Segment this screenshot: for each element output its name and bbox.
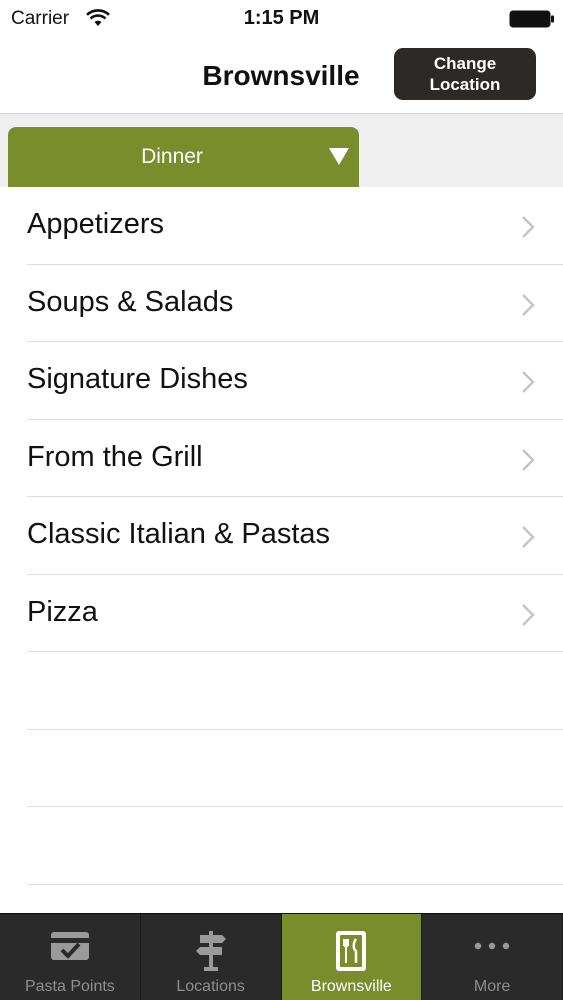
menu-item-from-the-grill[interactable]: From the Grill xyxy=(0,420,563,498)
signpost-icon xyxy=(195,931,226,971)
tab-pasta-points[interactable]: Pasta Points xyxy=(0,914,141,1000)
pasta-points-icon xyxy=(50,932,89,960)
menu-item-label: Pizza xyxy=(27,595,98,628)
empty-row xyxy=(0,652,563,730)
menu-item-signature-dishes[interactable]: Signature Dishes xyxy=(0,342,563,420)
change-location-label-line1: Change xyxy=(433,54,497,73)
tab-brownsville[interactable]: Brownsville xyxy=(281,914,423,1000)
chevron-right-icon xyxy=(522,448,535,471)
page-title: Brownsville xyxy=(202,60,360,91)
status-time: 1:15 PM xyxy=(243,7,320,29)
change-location-label-line2: Location xyxy=(429,75,501,94)
menu-item-label: Appetizers xyxy=(27,208,165,240)
chevron-right-icon xyxy=(522,603,535,626)
empty-row xyxy=(0,730,563,808)
navigation-bar: Brownsville Change Location xyxy=(0,40,563,114)
tab-label: Pasta Points xyxy=(24,978,115,995)
menu-item-label: Signature Dishes xyxy=(27,363,248,395)
chevron-right-icon xyxy=(522,371,535,393)
tab-label: More xyxy=(473,978,511,995)
meal-dropdown[interactable]: Dinner xyxy=(8,127,359,187)
meal-dropdown-value: Dinner xyxy=(141,145,203,168)
menu-item-appetizers[interactable]: Appetizers xyxy=(0,187,563,265)
menu-item-label: Classic Italian & Pastas xyxy=(27,518,331,550)
menu-category-list: Appetizers Soups & Salads Signature Dish… xyxy=(0,187,563,885)
menu-item-classic-italian-pastas[interactable]: Classic Italian & Pastas xyxy=(0,497,563,575)
dropdown-caret-icon xyxy=(329,148,349,165)
chevron-right-icon xyxy=(522,293,535,316)
chevron-right-icon xyxy=(522,216,535,238)
menu-item-label: Soups & Salads xyxy=(27,285,234,318)
battery-icon xyxy=(509,10,554,28)
tab-label: Brownsville xyxy=(310,978,392,995)
more-dots-icon xyxy=(474,942,510,950)
tab-locations[interactable]: Locations xyxy=(141,914,282,1000)
menu-item-pizza[interactable]: Pizza xyxy=(0,575,563,653)
tab-bar: Pasta Points Locations Brownsville More xyxy=(0,913,563,1000)
chevron-right-icon xyxy=(522,526,535,548)
empty-row xyxy=(0,807,563,885)
tab-label: Locations xyxy=(176,978,245,995)
status-bar: Carrier 1:15 PM xyxy=(0,0,563,40)
menu-fork-knife-icon xyxy=(336,931,367,971)
tab-more[interactable]: More xyxy=(422,914,563,1000)
change-location-button[interactable]: Change Location xyxy=(394,48,536,100)
menu-item-label: From the Grill xyxy=(27,440,203,473)
menu-item-soups-salads[interactable]: Soups & Salads xyxy=(0,265,563,343)
meal-selector-strip: Dinner xyxy=(0,114,563,187)
